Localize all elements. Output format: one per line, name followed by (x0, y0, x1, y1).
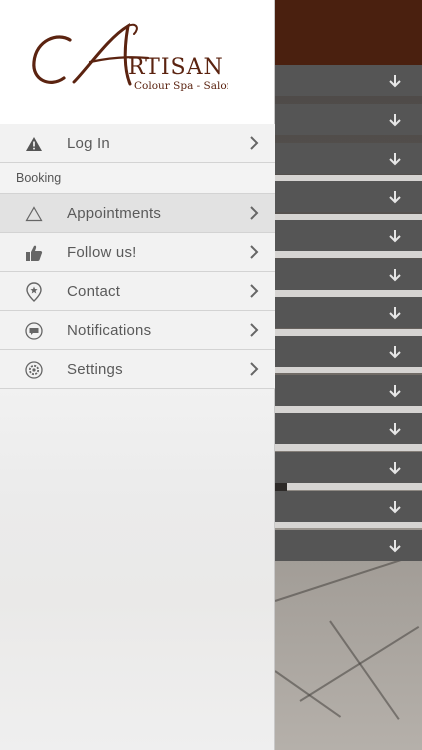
photo-stripe (275, 406, 422, 413)
download-arrow-icon[interactable] (388, 306, 402, 320)
chevron-right-icon (249, 245, 259, 259)
artisan-logo: RTISAN Colour Spa - Salon (32, 23, 228, 92)
drawer-menu: Log In Booking Appointments Follow us! C… (0, 124, 275, 389)
menu-item-label: Appointments (67, 204, 162, 222)
photo-stripe (275, 329, 422, 336)
menu-item-label: Settings (67, 360, 123, 378)
chevron-right-icon (249, 323, 259, 337)
list-row[interactable] (275, 181, 422, 212)
brand-logo: RTISAN Colour Spa - Salon (0, 0, 274, 124)
chevron-right-icon (249, 206, 259, 220)
triangle-icon (24, 204, 44, 224)
list-row[interactable] (275, 65, 422, 96)
menu-item-notifications[interactable]: Notifications (0, 311, 275, 350)
download-arrow-icon[interactable] (388, 268, 402, 282)
download-arrow-icon[interactable] (388, 345, 402, 359)
menu-item-appointments[interactable]: Appointments (0, 194, 275, 233)
download-arrow-icon[interactable] (388, 152, 402, 166)
photo-stripe (275, 251, 422, 258)
download-arrow-icon[interactable] (388, 229, 402, 243)
photo-stripe (275, 290, 422, 297)
photo-stripe (275, 483, 422, 490)
brand-name: RTISAN (128, 55, 224, 80)
list-row[interactable] (275, 375, 422, 406)
menu-item-contact[interactable]: Contact (0, 272, 275, 311)
list-row[interactable] (275, 104, 422, 135)
menu-item-label: Notifications (67, 321, 152, 339)
download-arrow-icon[interactable] (388, 500, 402, 514)
photo-stripe (275, 444, 422, 451)
download-arrow-icon[interactable] (388, 384, 402, 398)
chevron-right-icon (249, 284, 259, 298)
gear-icon (24, 360, 44, 380)
download-arrow-icon[interactable] (388, 113, 402, 127)
side-drawer: RTISAN Colour Spa - Salon Log In Booking… (0, 0, 275, 750)
menu-item-settings[interactable]: Settings (0, 350, 275, 389)
brand-tagline: Colour Spa - Salon (134, 80, 228, 92)
list-row[interactable] (275, 413, 422, 444)
download-arrow-icon[interactable] (388, 422, 402, 436)
list-row[interactable] (275, 491, 422, 522)
photo-stripe (275, 366, 422, 373)
photo-stripe (275, 521, 422, 528)
floor-tile-line (274, 670, 342, 718)
location-pin-icon (24, 282, 44, 302)
list-row[interactable] (275, 259, 422, 290)
menu-item-login[interactable]: Log In (0, 124, 275, 163)
warning-icon (24, 134, 44, 154)
menu-item-label: Log In (67, 134, 110, 152)
list-row[interactable] (275, 336, 422, 367)
list-row[interactable] (275, 530, 422, 561)
menu-item-label: Contact (67, 282, 121, 300)
section-header-booking: Booking (0, 163, 275, 194)
chevron-right-icon (249, 136, 259, 150)
app-header-bar (275, 0, 422, 65)
list-row[interactable] (275, 220, 422, 251)
floor-tile-line (329, 620, 400, 720)
list-row[interactable] (275, 143, 422, 174)
download-arrow-icon[interactable] (388, 74, 402, 88)
download-arrow-icon[interactable] (388, 190, 402, 204)
list-row[interactable] (275, 452, 422, 483)
download-arrow-icon[interactable] (388, 539, 402, 553)
chat-bubble-icon (24, 321, 44, 341)
download-arrow-icon[interactable] (388, 461, 402, 475)
menu-item-follow-us[interactable]: Follow us! (0, 233, 275, 272)
chevron-right-icon (249, 362, 259, 376)
menu-item-label: Follow us! (67, 243, 137, 261)
list-row[interactable] (275, 297, 422, 328)
thumbs-up-icon (24, 243, 44, 263)
